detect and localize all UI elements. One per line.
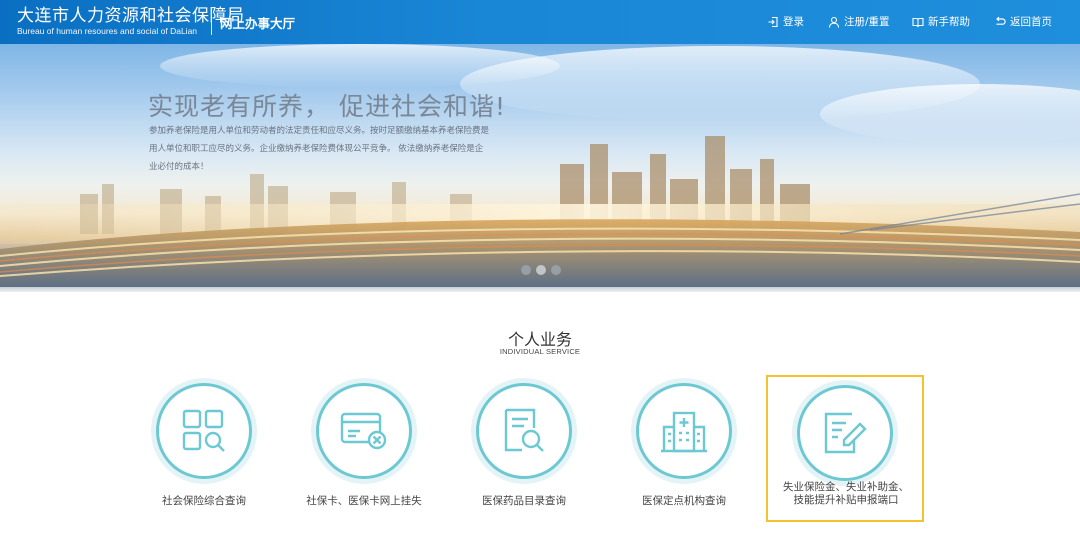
form-edit-icon xyxy=(824,412,867,454)
service-drug-catalog-query[interactable]: 医保药品目录查询 xyxy=(454,378,594,523)
service-icon-ring xyxy=(631,378,737,484)
service-label-line1: 失业保险金、失业补助金、 xyxy=(783,481,909,493)
nav-home[interactable]: 返回首页 xyxy=(994,14,1052,29)
top-header: 大连市人力资源和社会保障局 Bureau of human resoures a… xyxy=(0,0,1080,44)
hero-banner: 实现老有所养， 促进社会和谐! 参加养老保险是用人单位和劳动者的法定责任和应尽义… xyxy=(0,44,1080,287)
nav-label: 返回首页 xyxy=(1010,16,1052,28)
service-label: 医保药品目录查询 xyxy=(482,495,566,507)
service-icon-circle xyxy=(636,383,732,479)
grid-search-icon xyxy=(182,409,225,452)
service-label: 医保定点机构查询 xyxy=(642,495,726,507)
carousel-dot-3[interactable] xyxy=(551,265,561,275)
service-icon-ring xyxy=(151,378,257,484)
section-subtitle: INDIVIDUAL SERVICE xyxy=(499,347,581,356)
hospital-icon xyxy=(661,411,707,453)
service-label: 社会保险综合查询 xyxy=(162,495,246,507)
carousel-dots xyxy=(521,265,561,275)
book-icon xyxy=(912,16,924,28)
service-icon-ring xyxy=(471,378,577,484)
carousel-dot-1[interactable] xyxy=(521,265,531,275)
banner-description: 参加养老保险是用人单位和劳动者的法定责任和应尽义务。按时足额缴纳基本养老保险费是… xyxy=(149,126,490,172)
service-icon-ring xyxy=(311,378,417,484)
nav-help[interactable]: 新手帮助 xyxy=(912,14,970,29)
user-icon xyxy=(828,16,840,28)
service-icon-circle xyxy=(316,383,412,479)
service-icon-circle xyxy=(156,383,252,479)
nav-register[interactable]: 注册/重置 xyxy=(828,14,890,29)
nav-login[interactable]: 登录 xyxy=(767,14,804,29)
banner-slogan: 实现老有所养， 促进社会和谐! xyxy=(148,92,506,121)
document-search-icon xyxy=(504,408,544,452)
banner-bottom-edge xyxy=(0,287,1080,292)
service-icon-ring xyxy=(792,380,898,486)
service-unemployment-benefit-application[interactable]: 失业保险金、失业补助金、 技能提升补贴申报端口 xyxy=(766,375,924,522)
carousel-dot-2[interactable] xyxy=(536,265,546,275)
login-icon xyxy=(767,16,779,28)
service-social-insurance-query[interactable]: 社会保险综合查询 xyxy=(134,378,274,523)
card-cancel-icon xyxy=(340,412,387,450)
service-designated-institution-query[interactable]: 医保定点机构查询 xyxy=(614,378,754,523)
brand-divider xyxy=(211,9,212,35)
service-card-loss-report[interactable]: 社保卡、医保卡网上挂失 xyxy=(294,378,434,523)
service-label: 失业保险金、失业补助金、 技能提升补贴申报端口 xyxy=(756,481,936,507)
service-icon-circle xyxy=(476,383,572,479)
service-label: 社保卡、医保卡网上挂失 xyxy=(306,495,422,507)
nav-label: 新手帮助 xyxy=(928,16,970,28)
service-icon-circle xyxy=(797,385,893,481)
service-label-line2: 技能提升补贴申报端口 xyxy=(793,494,899,506)
return-icon xyxy=(994,16,1006,28)
nav-label: 登录 xyxy=(783,16,804,28)
hall-title: 网上办事大厅 xyxy=(220,16,296,31)
nav-label: 注册/重置 xyxy=(844,16,890,28)
